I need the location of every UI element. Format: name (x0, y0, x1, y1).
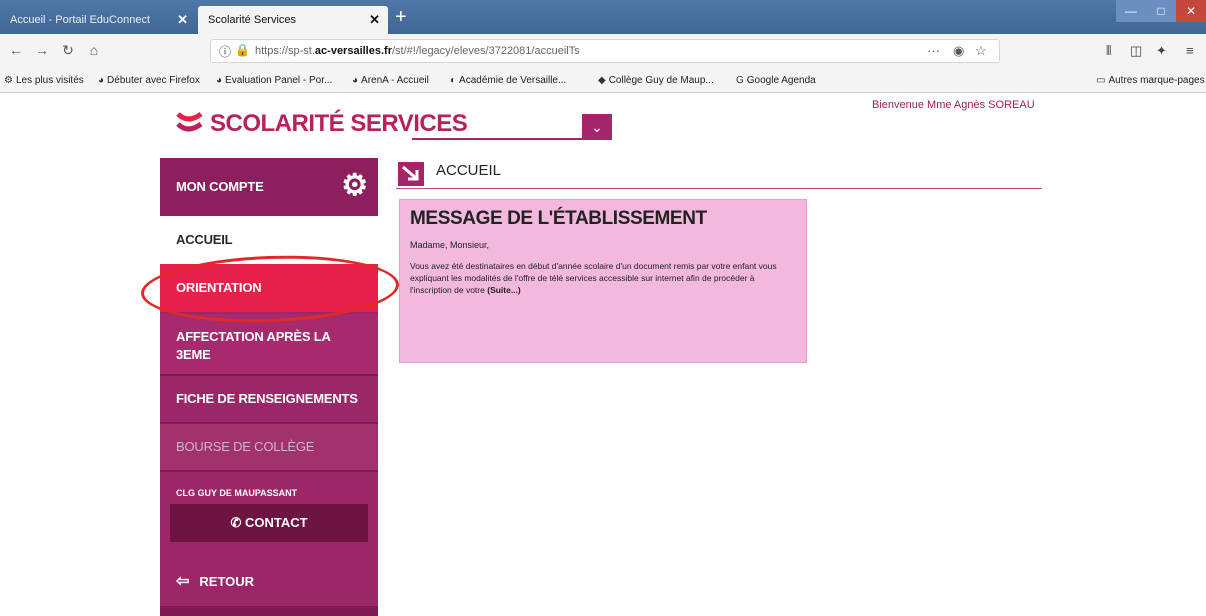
college-name: CLG GUY DE MAUPASSANT (176, 488, 298, 498)
page-title: Accueil (436, 162, 502, 179)
sidebar-item-bourse-college[interactable]: Bourse de collège (160, 424, 378, 470)
section-header: Accueil (396, 160, 1042, 189)
folder-icon: ▭ (1096, 75, 1106, 86)
welcome-message: Bienvenue Mme Agnès SOREAU (872, 99, 1035, 111)
menu-icon[interactable]: ≡ (1186, 43, 1194, 58)
sidebar-item-label: Mon compte (176, 179, 264, 194)
browser-nav-bar: ← → ↻ ⌂ ⓘ 🔒 https://sp-st.ac-versailles.… (0, 34, 1206, 71)
tab-label: Accueil - Portail EduConnect (10, 14, 151, 26)
forward-arrow-icon[interactable]: → (32, 42, 52, 58)
new-tab-button[interactable]: + (395, 4, 407, 30)
browser-tab-bar: Accueil - Portail EduConnect ✕ Scolarité… (0, 0, 1206, 34)
globe-icon: ◕ (216, 75, 223, 86)
sidebar-icon[interactable]: ◫ (1130, 43, 1142, 59)
page-actions-icon[interactable]: ··· (927, 43, 940, 58)
back-label: RETOUR (199, 574, 255, 589)
back-button[interactable]: ⇦ RETOUR (176, 568, 254, 596)
lock-icon: 🔒 (235, 43, 250, 57)
pocket-icon[interactable]: ◉ (953, 43, 964, 59)
tab-label: Scolarité Services (208, 14, 297, 26)
sidebar-item-mon-compte[interactable]: Mon compte ⚙ (160, 158, 378, 216)
establishment-select[interactable]: ⌄ (412, 114, 612, 140)
close-window-button[interactable]: ✕ (1176, 0, 1206, 22)
bookmark-evaluation-panel[interactable]: ◕ Evaluation Panel - Por... (216, 75, 332, 86)
logo-mark-icon (176, 111, 203, 132)
tab-scolarite-services[interactable]: Scolarité Services ✕ (198, 6, 388, 34)
close-tab-icon[interactable]: ✕ (177, 6, 188, 34)
other-bookmarks[interactable]: ▭ Autres marque-pages (1096, 75, 1205, 86)
close-tab-icon[interactable]: ✕ (369, 6, 380, 34)
message-body: Vous avez été destinataires en début d'a… (410, 260, 796, 296)
section-arrow-icon (398, 162, 424, 186)
contact-label: CONTACT (244, 515, 308, 530)
tab-educonnect[interactable]: Accueil - Portail EduConnect ✕ (0, 6, 196, 34)
sidebar-footer (160, 606, 378, 616)
back-arrow-icon[interactable]: ← (6, 42, 26, 58)
extension-icon[interactable]: ✦ (1156, 43, 1167, 59)
bookmark-academie[interactable]: ◐ Académie de Versaille... (450, 75, 566, 86)
message-title: Message de l'établissement (410, 208, 707, 229)
maximize-button[interactable]: □ (1146, 0, 1176, 22)
contact-button[interactable]: ✆ CONTACT (170, 504, 368, 542)
sidebar-item-affectation[interactable]: Affectation après la 3eme (160, 314, 378, 374)
bookmark-google-agenda[interactable]: G Google Agenda (736, 75, 816, 86)
library-icon[interactable]: ⫴ (1106, 43, 1111, 59)
gear-icon: ⚙ (4, 75, 13, 86)
reload-icon[interactable]: ↻ (58, 42, 78, 59)
sidebar-divider (160, 470, 378, 472)
url-bar[interactable]: ⓘ 🔒 https://sp-st.ac-versailles.fr/st/#!… (210, 39, 1000, 63)
globe-icon: ◕ (352, 75, 359, 86)
establishment-message-card: Message de l'établissement Madame, Monsi… (399, 199, 807, 363)
message-greeting: Madame, Monsieur, (410, 240, 490, 250)
sidebar-item-fiche-renseignements[interactable]: Fiche de renseignements (160, 376, 378, 422)
info-icon[interactable]: ⓘ (219, 43, 231, 60)
firefox-icon: ◕ (98, 75, 105, 86)
globe-icon: ◐ (450, 75, 457, 86)
google-icon: G (736, 75, 744, 86)
url-text: https://sp-st.ac-versailles.fr/st/#!/leg… (255, 45, 580, 57)
bookmarks-bar: ⚙ Les plus visités ◕ Débuter avec Firefox … (0, 70, 1206, 93)
message-text: Vous avez été destinataires en début d'a… (410, 261, 777, 295)
bookmark-star-icon[interactable]: ☆ (975, 43, 987, 59)
read-more-link[interactable]: (Suite...) (487, 285, 521, 295)
sidebar: Mon compte ⚙ Accueil Orientation Affecta… (160, 158, 378, 616)
bookmark-arena[interactable]: ◕ ArenA - Accueil (352, 75, 429, 86)
globe-icon: ◆ (598, 75, 606, 86)
back-arrow-icon: ⇦ (176, 573, 190, 590)
minimize-button[interactable]: — (1116, 0, 1146, 22)
sidebar-item-label: Affectation après la 3eme (176, 329, 331, 362)
bookmark-most-visited[interactable]: ⚙ Les plus visités (4, 75, 84, 86)
bookmark-firefox[interactable]: ◕ Débuter avec Firefox (98, 75, 200, 86)
phone-icon: ✆ (230, 515, 245, 530)
chevron-down-icon[interactable]: ⌄ (582, 114, 612, 140)
gears-icon: ⚙ (341, 169, 368, 202)
home-icon[interactable]: ⌂ (84, 42, 104, 58)
bookmark-college[interactable]: ◆ Collège Guy de Maup... (598, 75, 714, 86)
